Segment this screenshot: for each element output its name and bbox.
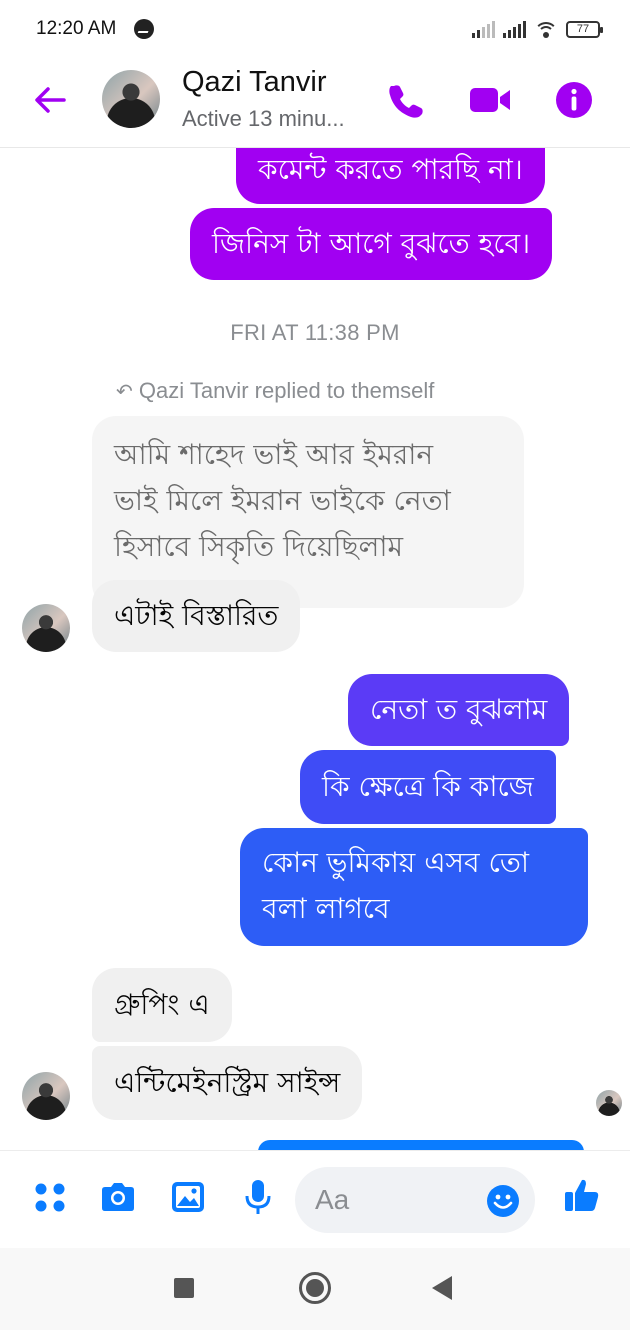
more-actions-icon[interactable]	[30, 1177, 70, 1217]
system-back-button[interactable]	[432, 1276, 452, 1300]
phone-call-icon[interactable]	[384, 78, 428, 122]
seen-receipt-avatar	[596, 1090, 622, 1116]
info-icon[interactable]	[552, 78, 596, 122]
status-time: 12:20 AM	[36, 18, 117, 39]
message-bubble-outgoing[interactable]: কোন ভুমিকায় এসব তো বলা লাগবে	[240, 828, 588, 946]
signal-icon	[503, 20, 526, 38]
reply-note-text: Qazi Tanvir replied to themself	[138, 378, 435, 403]
messenger-notification-icon	[134, 19, 154, 39]
contact-avatar[interactable]	[102, 70, 160, 128]
video-call-icon[interactable]	[468, 78, 512, 122]
message-bubble-outgoing[interactable]: কমেন্ট করতে পারছি না।	[236, 148, 545, 204]
reply-note: ↶ Qazi Tanvir replied to themself	[116, 378, 434, 404]
recent-apps-button[interactable]	[174, 1278, 194, 1298]
home-button[interactable]	[299, 1272, 331, 1304]
thumbs-up-icon[interactable]	[562, 1175, 602, 1215]
message-bubble-incoming[interactable]: এন্টিমেইনস্ট্রিম সাইন্স	[92, 1046, 363, 1120]
camera-icon[interactable]	[98, 1177, 138, 1217]
status-indicators: 77	[472, 18, 603, 40]
message-composer	[0, 1150, 630, 1248]
status-bar: 12:20 AM 77	[0, 0, 630, 58]
contact-active-status: Active 13 minu...	[182, 106, 345, 131]
message-bubble-outgoing[interactable]: জিনিস টা আগে বুঝতে হবে।	[190, 208, 553, 280]
contact-avatar-small	[22, 604, 70, 652]
gallery-icon[interactable]	[168, 1177, 208, 1217]
quoted-line: ভাই মিলে ইমরান ভাইকে নেতা	[114, 484, 451, 517]
signal-icon	[472, 20, 495, 38]
back-arrow-icon[interactable]	[30, 80, 70, 120]
chat-header: Qazi Tanvir Active 13 minu...	[0, 58, 630, 148]
message-timestamp: FRI AT 11:38 PM	[230, 320, 400, 345]
microphone-icon[interactable]	[238, 1177, 278, 1217]
battery-icon: 77	[566, 20, 603, 38]
reply-arrow-icon: ↶	[116, 381, 133, 403]
system-navigation-bar	[0, 1248, 630, 1330]
contact-avatar-small	[22, 1072, 70, 1120]
quoted-line: আমি শাহেদ ভাই আর ইমরান	[114, 438, 434, 471]
message-bubble-incoming[interactable]: এটাই বিস্তারিত	[92, 580, 301, 652]
message-line: কোন ভুমিকায় এসব তো	[262, 846, 529, 879]
message-line: বলা লাগবে	[262, 892, 390, 925]
message-bubble-outgoing[interactable]: নেতা ত বুঝলাম	[348, 674, 570, 746]
message-bubble-incoming[interactable]: গ্রুপিং এ	[92, 968, 232, 1042]
message-bubble-outgoing[interactable]: কি ক্ষেত্রে কি কাজে	[300, 750, 556, 824]
quoted-line: হিসাবে সিকৃতি দিয়েছিলাম	[114, 530, 404, 563]
contact-name[interactable]: Qazi Tanvir	[182, 66, 327, 99]
emoji-icon[interactable]	[486, 1184, 520, 1218]
wifi-icon	[534, 20, 558, 38]
